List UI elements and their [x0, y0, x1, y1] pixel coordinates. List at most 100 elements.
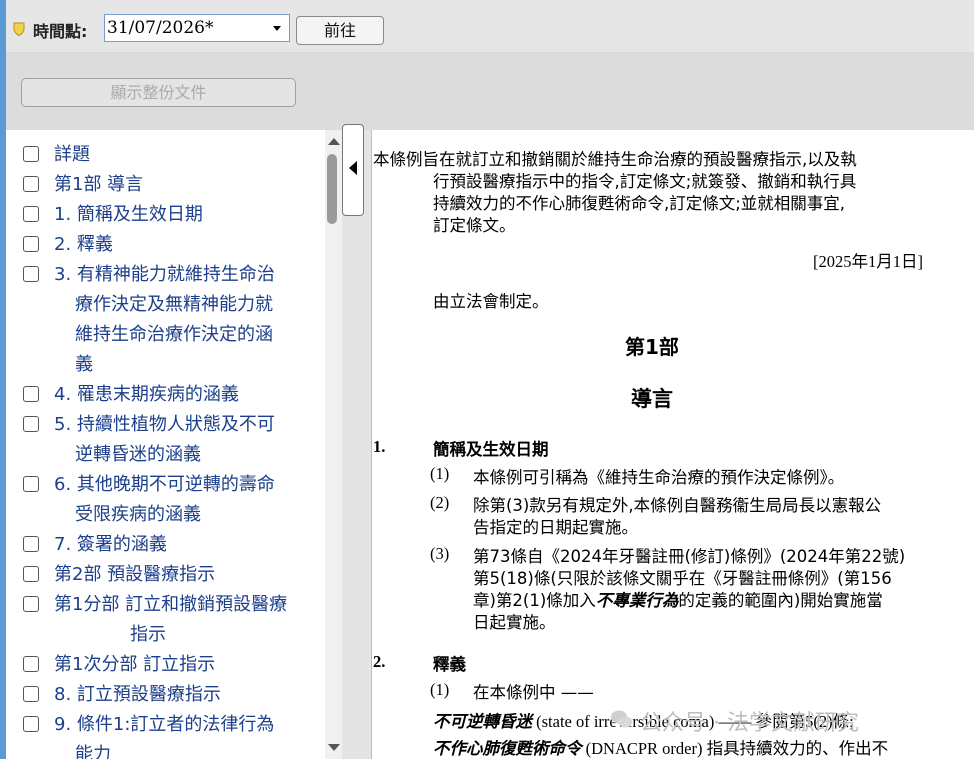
date-select[interactable]: 31/07/2026* [104, 14, 290, 42]
subsection-text: 除第(3)款另有規定外,本條例自醫務衞生局局長以憲報公 [473, 496, 882, 515]
definition: 不作心肺復甦術命令 (DNACPR order) 指具持續效力的、作出不 [433, 735, 888, 759]
long-title-line: 行預設醫療指示中的指令,訂定條文;就簽發、撤銷和執行具 [433, 172, 857, 191]
subsection-number: (1) [430, 680, 450, 699]
wechat-icon [611, 710, 633, 728]
toc-item-label[interactable]: 3. 有精神能力就維持生命治 [54, 260, 275, 290]
toc-item-label-continuation[interactable]: 指示 [130, 620, 166, 650]
defined-term: 不專業行為 [595, 591, 679, 610]
toc-item[interactable]: 第1次分部 訂立指示 [6, 650, 326, 680]
toc-item-label[interactable]: 第1部 導言 [54, 170, 143, 200]
date-select-value: 31/07/2026* [107, 18, 214, 38]
subsection-text: 告指定的日期起實施。 [473, 518, 638, 537]
scroll-thumb[interactable] [327, 154, 337, 224]
long-title-line: 持續效力的不作心肺復甦術命令,訂定條文;並就相關事宜, [433, 194, 846, 213]
toc-item-label[interactable]: 6. 其他晚期不可逆轉的壽命 [54, 470, 275, 500]
commencement-date-note: [2025年1月1日] [813, 252, 923, 271]
toc-item[interactable]: 詳題 [6, 140, 326, 170]
document-toolbar: 顯示整份文件 [6, 53, 974, 130]
table-of-contents: 詳題 第1部 導言 1. 簡稱及生效日期 2. 釋義 3. 有精神能力就維持生命治 療作決… [6, 130, 326, 759]
toc-checkbox[interactable] [23, 386, 39, 402]
toc-item[interactable]: 第1分部 訂立和撤銷預設醫療 指示 [6, 590, 326, 650]
section-heading: 簡稱及生效日期 [433, 440, 549, 459]
subsection-text: 第73條自《2024年牙醫註冊(修訂)條例》(2024年第22號) [473, 547, 906, 566]
toc-checkbox[interactable] [23, 206, 39, 222]
timepoint-toolbar: 時間點: 31/07/2026* 前往 [6, 0, 974, 53]
toc-item[interactable]: 7. 簽署的涵義 [6, 530, 326, 560]
go-button[interactable]: 前往 [296, 16, 384, 45]
toc-checkbox[interactable] [23, 656, 39, 672]
toc-checkbox[interactable] [23, 596, 39, 612]
toc-checkbox[interactable] [23, 476, 39, 492]
timepoint-label: 時間點: [33, 22, 88, 41]
subsection-text: 章)第2(1)條加入不專業行為的定義的範圍內)開始實施當 [473, 587, 883, 611]
subsection-text: 第5(18)條(只限於該條文關乎在《牙醫註冊條例》(第156 [473, 569, 892, 588]
subsection-text-part: 章)第2(1)條加入 [473, 591, 596, 610]
toc-item[interactable]: 8. 訂立預設醫療指示 [6, 680, 326, 710]
part-number: 第1部 [625, 335, 679, 359]
toc-item-label-continuation[interactable]: 療作決定及無精神能力就 [75, 290, 273, 320]
toc-item[interactable]: 5. 持續性植物人狀態及不可 逆轉昏迷的涵義 [6, 410, 326, 470]
toc-item[interactable]: 9. 條件1:訂立者的法律行為 能力 [6, 710, 326, 759]
subsection-number: (1) [430, 464, 450, 483]
chevron-left-icon [349, 161, 357, 175]
toc-checkbox[interactable] [23, 686, 39, 702]
toc-checkbox[interactable] [23, 716, 39, 732]
toc-item-label[interactable]: 詳題 [54, 140, 90, 170]
toc-item-label[interactable]: 9. 條件1:訂立者的法律行為 [54, 710, 274, 740]
toc-checkbox[interactable] [23, 236, 39, 252]
enacting-formula: 由立法會制定。 [433, 292, 549, 311]
definition-text: (DNACPR order) 指具持續效力的、作出不 [581, 739, 889, 758]
toc-item-label[interactable]: 7. 簽署的涵義 [54, 530, 167, 560]
toc-item-label-continuation[interactable]: 維持生命治療作決定的涵 [75, 320, 273, 350]
toc-checkbox[interactable] [23, 146, 39, 162]
toc-item[interactable]: 1. 簡稱及生效日期 [6, 200, 326, 230]
panel-splitter [342, 124, 371, 759]
toc-item-label[interactable]: 第1分部 訂立和撤銷預設醫療 [54, 590, 287, 620]
subsection-text: 在本條例中 —— [473, 683, 594, 702]
toc-item-label[interactable]: 1. 簡稱及生效日期 [54, 200, 203, 230]
toc-checkbox[interactable] [23, 266, 39, 282]
subsection-text-part: 的定義的範圍內)開始實施當 [678, 591, 883, 610]
defined-term: 不作心肺復甦術命令 [433, 739, 582, 758]
section-number: 1. [373, 437, 386, 456]
toc-item-label[interactable]: 8. 訂立預設醫療指示 [54, 680, 221, 710]
toc-item[interactable]: 2. 釋義 [6, 230, 326, 260]
toc-item-label[interactable]: 5. 持續性植物人狀態及不可 [54, 410, 275, 440]
toc-checkbox[interactable] [23, 176, 39, 192]
section-number: 2. [373, 652, 386, 671]
toc-item-label-continuation[interactable]: 逆轉昏迷的涵義 [75, 440, 201, 470]
subsection-text: 本條例可引稱為《維持生命治療的預作決定條例》。 [473, 468, 845, 487]
collapse-toc-button[interactable] [342, 124, 364, 216]
toc-item[interactable]: 6. 其他晚期不可逆轉的壽命 受限疾病的涵義 [6, 470, 326, 530]
part-title: 導言 [631, 387, 673, 411]
toc-scrollbar[interactable] [325, 130, 342, 759]
scroll-up-arrow-icon[interactable] [328, 138, 340, 145]
subsection-number: (3) [430, 544, 450, 563]
shield-icon [13, 22, 25, 36]
toc-item-label[interactable]: 4. 罹患末期疾病的涵義 [54, 380, 239, 410]
subsection-text: 日起實施。 [473, 613, 556, 632]
toc-checkbox[interactable] [23, 566, 39, 582]
long-title-line: 本條例旨在就訂立和撤銷關於維持生命治療的預設醫療指示,以及執 [373, 150, 857, 169]
chevron-down-icon [273, 26, 281, 31]
toc-item-label[interactable]: 2. 釋義 [54, 230, 113, 260]
toc-checkbox[interactable] [23, 536, 39, 552]
scroll-down-arrow-icon[interactable] [328, 744, 340, 751]
toc-checkbox[interactable] [23, 416, 39, 432]
toc-item[interactable]: 第1部 導言 [6, 170, 326, 200]
watermark: 公众号 · 法学文献研究 [640, 711, 859, 736]
show-whole-document-button[interactable]: 顯示整份文件 [21, 78, 296, 107]
toc-item[interactable]: 第2部 預設醫療指示 [6, 560, 326, 590]
subsection-number: (2) [430, 493, 450, 512]
toc-item-label-continuation[interactable]: 受限疾病的涵義 [75, 500, 201, 530]
long-title-line: 訂定條文。 [433, 216, 516, 235]
toc-item[interactable]: 3. 有精神能力就維持生命治 療作決定及無精神能力就 維持生命治療作決定的涵義 [6, 260, 326, 380]
toc-item-label-continuation[interactable]: 能力 [75, 740, 111, 759]
toc-item[interactable]: 4. 罹患末期疾病的涵義 [6, 380, 326, 410]
defined-term: 不可逆轉昏迷 [433, 712, 532, 731]
toc-item-label[interactable]: 第2部 預設醫療指示 [54, 560, 215, 590]
section-heading: 釋義 [433, 655, 466, 674]
toc-item-label-continuation[interactable]: 義 [75, 350, 93, 380]
document-content: 本條例旨在就訂立和撤銷關於維持生命治療的預設醫療指示,以及執 行預設醫療指示中的… [371, 130, 974, 759]
toc-item-label[interactable]: 第1次分部 訂立指示 [54, 650, 215, 680]
